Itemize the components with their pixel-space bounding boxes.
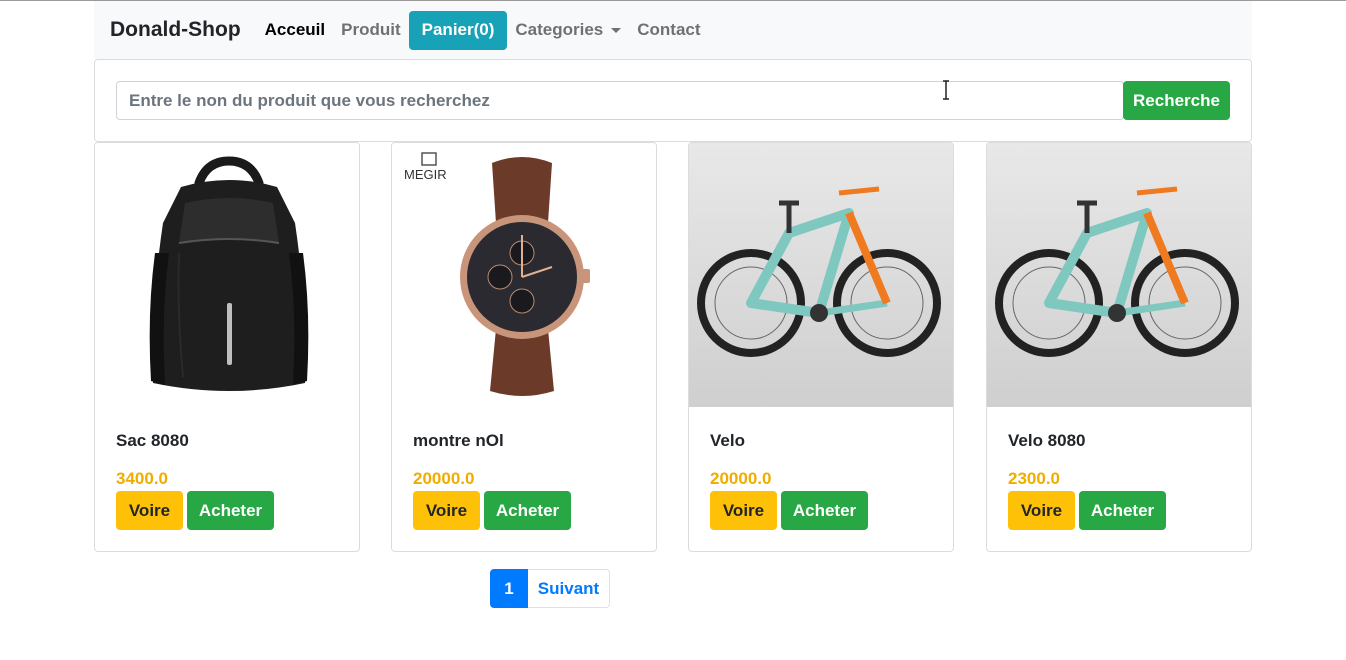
- product-price: 20000.0: [413, 469, 475, 488]
- view-button[interactable]: Voire: [413, 491, 480, 530]
- view-button[interactable]: Voire: [710, 491, 777, 530]
- text-cursor-icon: [943, 80, 949, 100]
- nav-link-panier[interactable]: Panier(0): [408, 10, 508, 50]
- svg-text:MEGIR: MEGIR: [404, 167, 447, 182]
- buy-button[interactable]: Acheter: [781, 491, 868, 530]
- backpack-icon: [95, 143, 359, 407]
- nav-link-produit[interactable]: Produit: [333, 11, 409, 50]
- search-button[interactable]: Recherche: [1123, 81, 1230, 120]
- product-card: Velo 8080 2300.0 Voire Acheter: [986, 142, 1252, 552]
- product-card: Sac 8080 3400.0 Voire Acheter: [94, 142, 360, 552]
- view-button[interactable]: Voire: [1008, 491, 1075, 530]
- view-button[interactable]: Voire: [116, 491, 183, 530]
- search-form: Recherche: [94, 59, 1252, 142]
- product-name: montre nOl: [413, 431, 504, 450]
- buy-button[interactable]: Acheter: [1079, 491, 1166, 530]
- bicycle-icon: [689, 143, 953, 407]
- product-price: 20000.0: [710, 469, 772, 488]
- caret-down-icon: [611, 27, 622, 33]
- navbar: Donald-Shop Acceuil Produit Panier(0) Ca…: [94, 1, 1252, 59]
- brand-logo[interactable]: Donald-Shop: [110, 18, 241, 42]
- product-name: Sac 8080: [116, 431, 189, 450]
- nav-link-acceuil[interactable]: Acceuil: [257, 11, 333, 50]
- pagination: 1 Suivant: [490, 569, 610, 608]
- next-page-button[interactable]: Suivant: [528, 569, 610, 608]
- product-price: 3400.0: [116, 469, 168, 488]
- product-card: MEGIR montre nOl 20000.0 Voire Acheter: [391, 142, 657, 552]
- watch-icon: MEGIR: [392, 143, 656, 407]
- product-name: Velo: [710, 431, 745, 450]
- nav-dropdown-label: Categories: [515, 20, 604, 39]
- product-price: 2300.0: [1008, 469, 1060, 488]
- search-input[interactable]: [116, 81, 1124, 120]
- product-name: Velo 8080: [1008, 431, 1086, 450]
- page-1-button[interactable]: 1: [490, 569, 528, 608]
- buy-button[interactable]: Acheter: [484, 491, 571, 530]
- bicycle-icon: [987, 143, 1251, 407]
- nav-link-contact[interactable]: Contact: [629, 11, 708, 50]
- buy-button[interactable]: Acheter: [187, 491, 274, 530]
- product-card: Velo 20000.0 Voire Acheter: [688, 142, 954, 552]
- nav-dropdown-categories[interactable]: Categories: [507, 11, 629, 50]
